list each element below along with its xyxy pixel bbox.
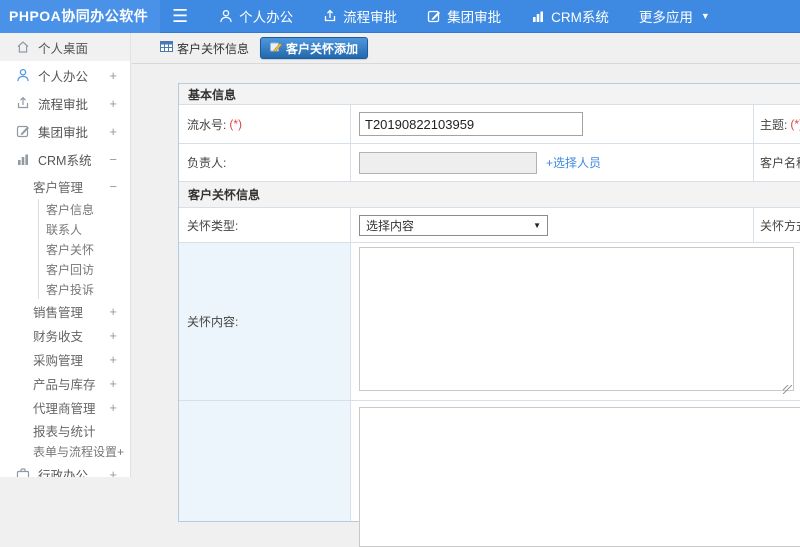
sidebar-item-customer-care[interactable]: 客户关怀 <box>39 239 130 259</box>
top-nav: 个人办公 流程审批 集团审批 CRM系统 更多应用 ▼ <box>204 0 725 33</box>
expand-icon[interactable]: + <box>109 376 117 391</box>
care-content-label: 关怀内容: <box>179 243 351 400</box>
section-customer-care-info: 客户关怀信息 <box>179 182 800 208</box>
owner-field-cell: +选择人员 <box>351 144 754 181</box>
care-type-field-cell: 选择内容 ▼ <box>351 208 754 242</box>
form-row-owner: 负责人: +选择人员 客户名称: (*) <box>179 144 800 182</box>
bar-chart-icon <box>531 9 545 23</box>
edit-icon <box>16 124 31 138</box>
care-content-textarea[interactable] <box>359 247 794 391</box>
extra-field-cell <box>351 401 800 521</box>
home-icon <box>16 40 31 54</box>
sidebar-item-customer-info[interactable]: 客户信息 <box>39 199 130 219</box>
bar-chart-icon <box>16 152 31 166</box>
expand-icon[interactable]: + <box>109 304 117 319</box>
tab-customer-care-list[interactable]: 客户关怀信息 <box>160 40 249 57</box>
tab-bar: 客户关怀信息 客户关怀添加 <box>132 33 800 64</box>
extra-label-cell <box>179 401 351 521</box>
expand-icon[interactable]: + <box>109 68 117 83</box>
sidebar-item-customer-complaint[interactable]: 客户投诉 <box>39 279 130 299</box>
sidebar-item-customer-visit[interactable]: 客户回访 <box>39 259 130 279</box>
expand-icon[interactable]: + <box>109 400 117 415</box>
sidebar: 个人桌面 个人办公 + 流程审批 + 集团审批 + CRM系统 − 客户管理 −… <box>0 33 131 477</box>
expand-icon[interactable]: + <box>109 124 117 139</box>
collapse-icon[interactable]: − <box>109 152 117 167</box>
nav-personal-office[interactable]: 个人办公 <box>204 0 308 33</box>
required-marker: (*) <box>790 117 800 131</box>
sidebar-item-sales-management[interactable]: 销售管理 + <box>0 299 130 323</box>
nav-more-apps[interactable]: 更多应用 ▼ <box>624 0 725 33</box>
workflow-icon <box>16 96 31 110</box>
add-edit-icon <box>270 41 282 56</box>
care-method-label: 关怀方式: <box>754 208 800 242</box>
nav-group-approval[interactable]: 集团审批 <box>412 0 516 33</box>
care-type-select[interactable]: 选择内容 ▼ <box>359 215 548 236</box>
subject-label: 主题: (*) <box>754 105 800 143</box>
care-content-field-cell <box>351 243 800 400</box>
table-icon <box>160 40 173 56</box>
workflow-icon <box>323 9 337 23</box>
briefcase-icon <box>16 467 31 477</box>
form-row-care-type: 关怀类型: 选择内容 ▼ 关怀方式: <box>179 208 800 243</box>
chevron-down-icon: ▼ <box>701 11 710 21</box>
expand-icon[interactable]: + <box>109 328 117 343</box>
sidebar-item-purchase[interactable]: 采购管理 + <box>0 347 130 371</box>
expand-icon[interactable]: + <box>109 467 117 478</box>
sidebar-item-admin-office[interactable]: 行政办公 + <box>0 461 130 477</box>
customer-submenu: 客户信息 联系人 客户关怀 客户回访 客户投诉 <box>38 199 130 299</box>
section-basic-info: 基本信息 <box>179 84 800 105</box>
sidebar-item-products-inventory[interactable]: 产品与库存 + <box>0 371 130 395</box>
collapse-icon[interactable]: − <box>109 179 117 194</box>
form-row-serial: 流水号: (*) 主题: (*) <box>179 105 800 144</box>
user-icon <box>219 9 233 23</box>
choose-person-link[interactable]: +选择人员 <box>546 154 601 171</box>
edit-icon <box>427 9 441 23</box>
sidebar-item-contacts[interactable]: 联系人 <box>39 219 130 239</box>
customer-care-add-form: 基本信息 流水号: (*) 主题: (*) 负责人: +选择人员 <box>178 83 800 522</box>
nav-crm-system[interactable]: CRM系统 <box>516 0 624 33</box>
nav-workflow-approval[interactable]: 流程审批 <box>308 0 412 33</box>
sidebar-item-workflow-approval[interactable]: 流程审批 + <box>0 89 130 117</box>
care-type-label: 关怀类型: <box>179 208 351 242</box>
sidebar-item-crm-system[interactable]: CRM系统 − <box>0 145 130 173</box>
form-row-care-content: 关怀内容: <box>179 243 800 401</box>
owner-input[interactable] <box>359 152 537 174</box>
topbar: PHPOA协同办公软件 ☰ 个人办公 流程审批 集团审批 CRM系统 更多应用 … <box>0 0 800 33</box>
customer-name-label: 客户名称: (*) <box>754 144 800 181</box>
sidebar-item-personal-office[interactable]: 个人办公 + <box>0 61 130 89</box>
owner-label: 负责人: <box>179 144 351 181</box>
expand-icon[interactable]: + <box>109 352 117 367</box>
serial-label: 流水号: (*) <box>179 105 351 143</box>
sidebar-item-group-approval[interactable]: 集团审批 + <box>0 117 130 145</box>
tab-customer-care-add[interactable]: 客户关怀添加 <box>260 37 368 59</box>
expand-icon[interactable]: + <box>109 96 117 111</box>
serial-field-cell <box>351 105 754 143</box>
extra-textarea[interactable] <box>359 407 800 547</box>
resize-handle[interactable] <box>783 385 792 394</box>
serial-input[interactable] <box>359 112 583 136</box>
sidebar-item-customer-management[interactable]: 客户管理 − <box>0 173 130 199</box>
required-marker: (*) <box>229 117 242 131</box>
main-content: 客户关怀信息 客户关怀添加 基本信息 流水号: (*) 主题: (*) 负责人: <box>132 33 800 477</box>
select-arrow-icon: ▼ <box>533 221 541 230</box>
sidebar-item-reports-statistics[interactable]: 报表与统计 <box>0 419 130 441</box>
sidebar-item-personal-desktop[interactable]: 个人桌面 <box>0 33 130 61</box>
menu-toggle-icon[interactable]: ☰ <box>172 0 188 33</box>
sidebar-item-form-workflow-settings[interactable]: 表单与流程设置+ <box>0 441 130 461</box>
app-logo: PHPOA协同办公软件 <box>0 0 160 33</box>
user-icon <box>16 68 31 82</box>
form-row-extra <box>179 401 800 521</box>
sidebar-item-finance[interactable]: 财务收支 + <box>0 323 130 347</box>
sidebar-item-agent-management[interactable]: 代理商管理 + <box>0 395 130 419</box>
